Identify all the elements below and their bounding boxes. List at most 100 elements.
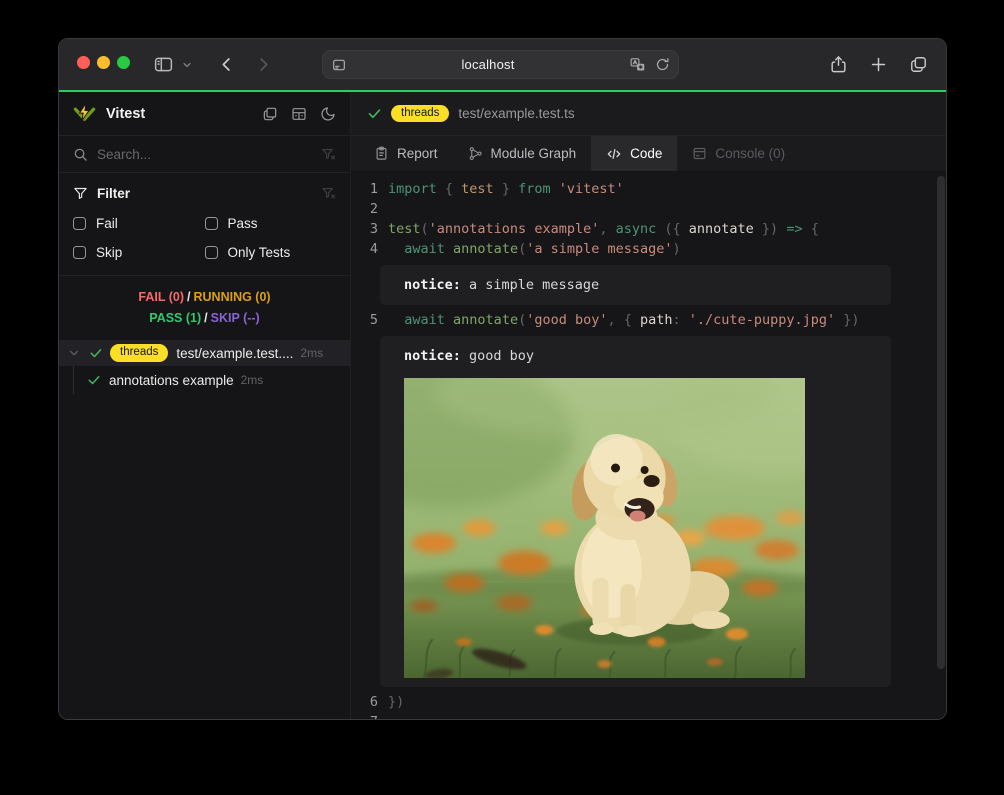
tabs-overview-icon	[909, 55, 928, 74]
minimize-window-button[interactable]	[97, 56, 110, 69]
search-icon	[73, 147, 88, 162]
line-number: 4	[351, 239, 378, 259]
filter-checkbox-fail[interactable]: Fail	[73, 216, 205, 231]
code-token: test	[461, 181, 494, 197]
chevron-down-icon	[181, 59, 193, 71]
code-token: annotate	[689, 221, 754, 237]
address-bar[interactable]: localhost	[322, 50, 679, 79]
forward-button[interactable]	[254, 55, 273, 74]
annotation-text: notice: good boy	[404, 345, 891, 367]
translate-button[interactable]	[629, 56, 646, 73]
sidebar-menu-chevron[interactable]	[181, 59, 193, 71]
pass-check-icon	[87, 373, 101, 387]
code-token	[388, 241, 404, 257]
close-window-button[interactable]	[77, 56, 90, 69]
url-text: localhost	[347, 57, 629, 72]
file-header: threads test/example.test.ts	[351, 92, 946, 136]
code-line: 6})	[351, 692, 946, 712]
vitest-ui: Vitest	[59, 92, 946, 720]
code-text: })	[388, 692, 404, 712]
tab-report[interactable]: Report	[359, 136, 453, 171]
new-tab-button[interactable]	[869, 55, 888, 74]
code-token: from	[518, 181, 551, 197]
clear-search-filter-icon[interactable]	[321, 147, 336, 162]
code-line: 7	[351, 712, 946, 720]
line-number: 2	[351, 199, 378, 219]
tab-label: Console (0)	[715, 146, 785, 161]
code-token: test	[388, 221, 421, 237]
filter-funnel-icon	[73, 186, 88, 201]
filter-checkbox-pass[interactable]: Pass	[205, 216, 337, 231]
running-count: RUNNING (0)	[194, 290, 271, 304]
checkbox-label: Fail	[96, 216, 118, 231]
back-arrow-icon	[217, 55, 236, 74]
skip-count: SKIP (--)	[211, 311, 260, 325]
annotation-type-label: notice:	[404, 277, 461, 293]
tree-guide-line	[73, 366, 74, 394]
code-token: 'annotations example'	[429, 221, 600, 237]
tab-module-graph[interactable]: Module Graph	[453, 136, 592, 171]
checkbox-icon	[73, 217, 86, 230]
reload-button[interactable]	[655, 57, 670, 72]
code-token: annotate	[453, 312, 518, 328]
tab-overview-button[interactable]	[909, 55, 928, 74]
code-token: 'vitest'	[559, 181, 624, 197]
code-text: await annotate('good boy', { path: './cu…	[388, 310, 860, 330]
plus-icon	[869, 55, 888, 74]
tab-label: Code	[630, 146, 662, 161]
share-button[interactable]	[829, 55, 848, 74]
pass-check-icon	[367, 106, 382, 121]
line-number: 6	[351, 692, 378, 712]
sidebar-toggle-button[interactable]	[153, 54, 174, 75]
annotation-type-label: notice:	[404, 348, 461, 364]
fail-count: FAIL (0)	[138, 290, 184, 304]
line-number: 3	[351, 219, 378, 239]
tab-code[interactable]: Code	[591, 136, 677, 171]
code-token: })	[835, 312, 859, 328]
line-number: 5	[351, 310, 378, 330]
tree-item-test-file[interactable]: threads test/example.test.... 2ms	[59, 340, 350, 366]
code-line: 2	[351, 199, 946, 219]
toggle-panels-button[interactable]	[262, 106, 278, 122]
zoom-window-button[interactable]	[117, 56, 130, 69]
code-token: :	[673, 312, 689, 328]
separator: /	[201, 311, 210, 325]
module-graph-icon	[468, 146, 483, 161]
tab-label: Module Graph	[491, 146, 577, 161]
code-viewer: 1import { test } from 'vitest'23 test('an…	[351, 172, 946, 720]
back-button[interactable]	[217, 55, 236, 74]
tab-bar: Report Module Graph Code Console (0)	[351, 136, 946, 172]
clear-filter-icon[interactable]	[321, 186, 336, 201]
checkbox-label: Only Tests	[228, 245, 291, 260]
website-settings-icon	[331, 57, 347, 73]
code-text: test('annotations example', async ({ ann…	[388, 219, 819, 239]
dashboard-button[interactable]	[291, 106, 307, 122]
test-case-name: annotations example	[109, 373, 234, 388]
filter-title: Filter	[97, 186, 130, 201]
code-token: await	[404, 312, 445, 328]
code-token: {	[437, 181, 461, 197]
moon-icon	[320, 106, 336, 122]
filter-checkbox-only-tests[interactable]: Only Tests	[205, 245, 337, 260]
annotation-box: notice: good boy	[380, 336, 891, 687]
app-title: Vitest	[106, 106, 145, 122]
code-content: 1import { test } from 'vitest'23 test('an…	[351, 179, 946, 720]
code-line: 3 test('annotations example', async ({ an…	[351, 219, 946, 239]
scrollbar-thumb[interactable]	[937, 176, 945, 669]
tree-item-test-case[interactable]: annotations example 2ms	[59, 366, 350, 394]
filter-checkbox-skip[interactable]: Skip	[73, 245, 205, 260]
code-line: 4 await annotate('a simple message')	[351, 239, 946, 259]
checkbox-label: Pass	[228, 216, 258, 231]
code-token: import	[388, 181, 437, 197]
code-token: annotate	[453, 241, 518, 257]
annotation-message: good boy	[461, 348, 534, 364]
search-input[interactable]	[97, 147, 312, 162]
chevron-down-icon[interactable]	[67, 346, 81, 360]
code-text: await annotate('a simple message')	[388, 239, 681, 259]
code-line: 1import { test } from 'vitest'	[351, 179, 946, 199]
tab-console[interactable]: Console (0)	[677, 136, 800, 171]
browser-window: localhost	[58, 38, 947, 720]
main-panel: threads test/example.test.ts Report Modu…	[351, 92, 946, 720]
theme-toggle-button[interactable]	[320, 106, 336, 122]
annotation-attachment-image	[404, 378, 805, 678]
